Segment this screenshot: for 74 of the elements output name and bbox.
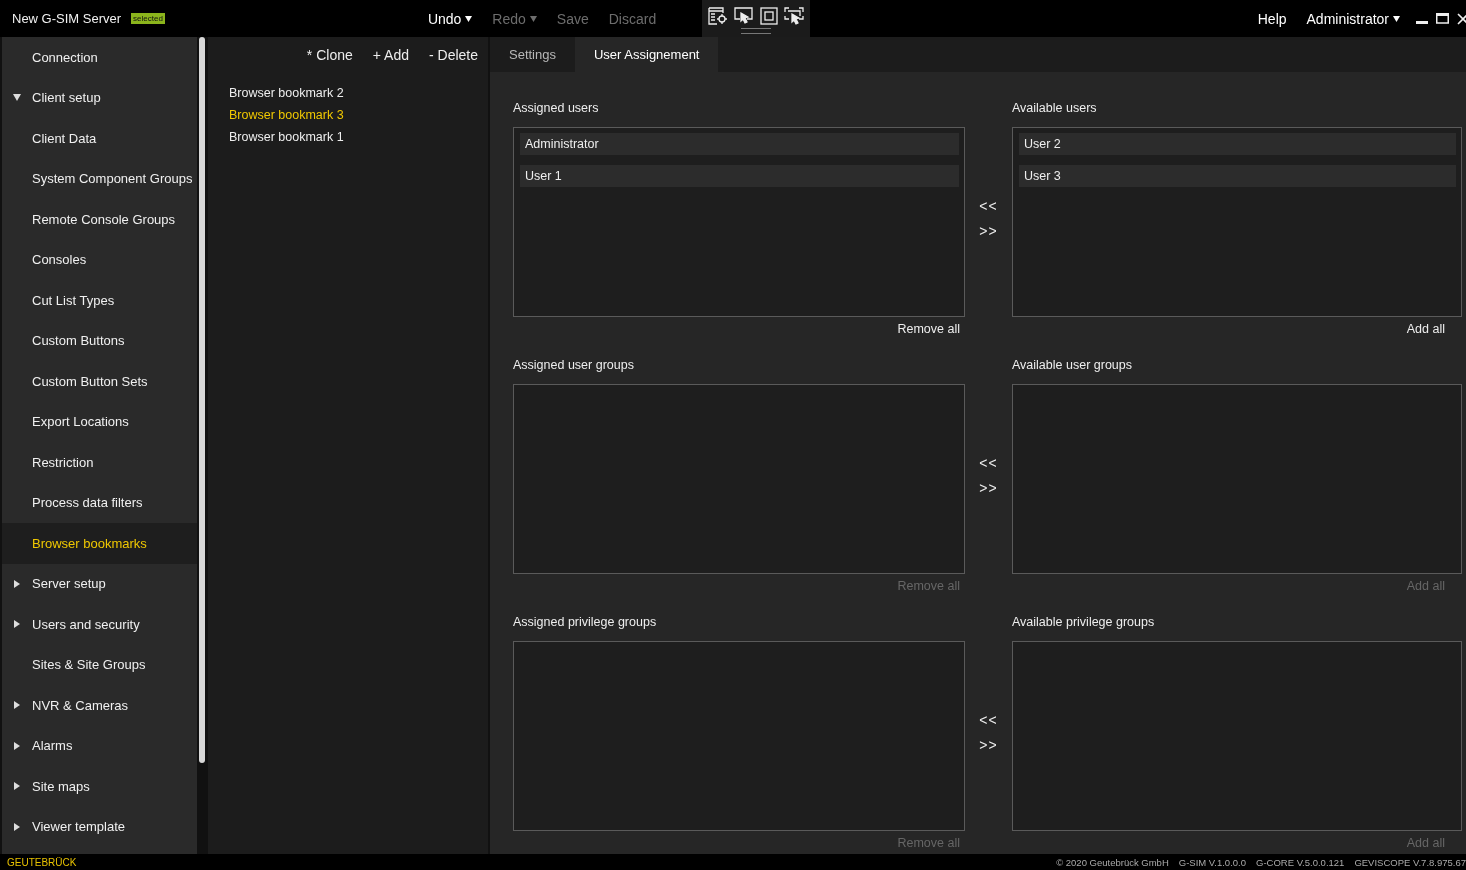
tab[interactable]: Settings [490,37,575,72]
sidebar-item[interactable]: Consoles [2,239,197,280]
sidebar-item[interactable]: Users and security [2,604,197,645]
list-label: Available privilege groups [1012,614,1155,630]
sidebar-item[interactable]: Process data filters [2,482,197,523]
brand-logo: GEUTEBRÜCK [7,856,77,868]
list-action-button[interactable]: * Clone [294,46,361,63]
move-button[interactable]: << [979,196,998,216]
close-icon[interactable] [1457,12,1466,25]
list-label: Assigned user groups [513,357,634,373]
sidebar-item[interactable]: Custom Button Sets [2,361,197,402]
move-button[interactable]: >> [979,735,998,755]
sidebar-item[interactable]: Viewer template [2,806,197,847]
status-badge: selected [131,13,165,24]
collapsed-icon[interactable] [14,822,20,831]
user-list[interactable]: User 2 User 3 [1012,127,1462,317]
user-list[interactable]: Administrator User 1 [513,127,965,317]
sidebar-item[interactable]: Server setup [2,563,197,604]
version-info: GEVISCOPE V.7.8.975.67 [1354,856,1466,868]
tab[interactable]: User Assignement [575,37,719,72]
collapsed-icon[interactable] [14,701,20,710]
list-label: Assigned users [513,100,599,116]
bookmark-item[interactable]: Browser bookmark 3 [229,104,344,126]
collapsed-icon[interactable] [14,741,20,750]
sidebar-item[interactable]: Client setup [2,77,197,118]
sidebar-item[interactable]: Restriction [2,442,197,483]
header-link[interactable]: Help [1247,6,1297,31]
sidebar-item[interactable]: Remote Console Groups [2,199,197,240]
pointer-screen-icon[interactable] [734,7,755,25]
toolbar-button[interactable]: Undo [417,6,483,31]
list-action-button[interactable]: + Add [360,46,417,63]
sidebar-item[interactable]: NVR & Cameras [2,685,197,726]
version-info: G-CORE V.5.0.0.121 [1256,856,1345,868]
sidebar-item[interactable]: Site maps [2,766,197,807]
collapsed-icon[interactable] [14,620,20,629]
caret-icon [529,15,537,22]
list-item[interactable]: User 3 [1019,165,1456,187]
sidebar-item[interactable]: Export Locations [2,401,197,442]
transfer-all-button[interactable]: Remove all [893,321,964,336]
sidebar-item[interactable]: System Component Groups [2,158,197,199]
sidebar-item[interactable]: Browser bookmarks [2,523,197,564]
bookmark-item[interactable]: Browser bookmark 1 [229,126,344,148]
caret-icon [1393,15,1400,22]
header-link[interactable]: Administrator [1296,6,1410,31]
move-button[interactable]: >> [979,221,998,241]
expanded-icon[interactable] [13,94,21,102]
list-settings-icon[interactable] [708,7,729,25]
pointer-frame-icon[interactable] [784,7,805,25]
sidebar-item[interactable]: Client Data [2,118,197,159]
move-button[interactable]: << [979,453,998,473]
collapsed-icon[interactable] [14,579,20,588]
bookmark-item[interactable]: Browser bookmark 2 [229,82,344,104]
sidebar-item[interactable]: Sites & Site Groups [2,644,197,685]
list-label: Available users [1012,100,1097,116]
list-label: Assigned privilege groups [513,614,657,630]
list-action-button[interactable]: - Delete [416,46,486,63]
version-info: © 2020 Geutebrück GmbH [1056,856,1169,868]
transfer-all-button[interactable]: Add all [1402,321,1449,336]
sidebar-item[interactable]: Alarms [2,725,197,766]
sidebar-item[interactable]: Connection [2,37,197,78]
collapsed-icon[interactable] [14,782,20,791]
version-info: G-SIM V.1.0.0.0 [1178,856,1246,868]
list-item[interactable]: Administrator [520,133,959,155]
maximize-icon[interactable] [1436,13,1449,24]
list-item[interactable]: User 2 [1019,133,1456,155]
move-button[interactable]: >> [979,478,998,498]
frame-icon[interactable] [760,7,779,25]
window-title: New G-SIM Server [12,11,122,26]
move-button[interactable]: << [979,710,998,730]
list-label: Available user groups [1012,357,1132,373]
sidebar-item[interactable]: Cut List Types [2,280,197,321]
list-item[interactable]: User 1 [520,165,959,187]
caret-icon [465,15,473,22]
sidebar-item[interactable]: Custom Buttons [2,320,197,361]
